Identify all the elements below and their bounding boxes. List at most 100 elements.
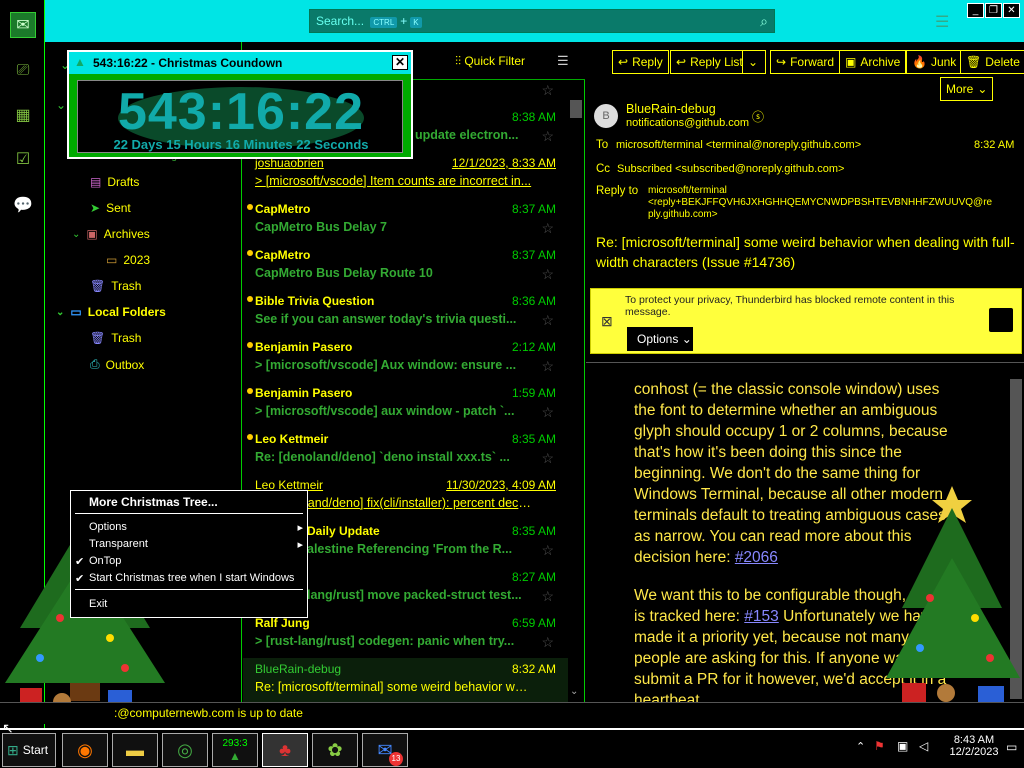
- tray-network-icon[interactable]: ▣: [897, 739, 908, 753]
- menu-item-ontop[interactable]: ✔ OnTop: [75, 555, 121, 568]
- banner-close-button[interactable]: [989, 308, 1013, 332]
- tray-flag-icon[interactable]: ⚑: [874, 739, 885, 753]
- contact-icon[interactable]: ⓢ: [752, 108, 764, 125]
- reply-list-button[interactable]: ↩ Reply List: [670, 50, 749, 74]
- cc-value[interactable]: Subscribed <subscribed@noreply.github.co…: [617, 163, 844, 175]
- countdown-close-button[interactable]: ✕: [392, 55, 408, 70]
- message-row[interactable]: CapMetro 8:37 AM CapMetro Bus Delay Route …: [243, 244, 568, 290]
- scroll-down-icon[interactable]: ⌄: [570, 686, 578, 697]
- start-button[interactable]: ⊞ Start: [2, 733, 56, 767]
- folder-drafts[interactable]: ▤ Drafts: [90, 175, 139, 189]
- folder-label: Local Folders: [87, 305, 166, 319]
- menu-item-options[interactable]: Options ▸: [89, 521, 303, 534]
- star-icon[interactable]: ☆: [541, 266, 554, 283]
- quick-filter-button[interactable]: ⫶⫶ Quick Filter: [455, 54, 525, 69]
- christmas-tree-taskbar-icon[interactable]: 293:3 ▲: [212, 733, 258, 767]
- minimize-button[interactable]: _: [967, 3, 984, 18]
- reply-to-line1[interactable]: microsoft/terminal: [648, 185, 727, 196]
- file-explorer-taskbar-icon[interactable]: ▬: [112, 733, 158, 767]
- menu-item-exit[interactable]: Exit: [89, 598, 107, 610]
- issue-link-153[interactable]: #153: [744, 608, 778, 625]
- menu-item-label: Start Christmas tree when I start Window…: [89, 572, 295, 584]
- folder-outbox[interactable]: ⎙ Outbox: [90, 357, 144, 372]
- firefox-taskbar-icon[interactable]: ◉: [62, 733, 108, 767]
- close-button[interactable]: ✕: [1003, 3, 1020, 18]
- search-icon[interactable]: ⌕: [760, 13, 768, 30]
- message-row[interactable]: Bible Trivia Question 8:36 AM See if you c…: [243, 290, 568, 336]
- to-value[interactable]: microsoft/terminal <terminal@noreply.git…: [616, 139, 861, 151]
- message-subject: > [microsoft/vscode] Item counts are inc…: [255, 174, 533, 188]
- folder-sent[interactable]: ➤ Sent: [90, 201, 131, 215]
- more-button[interactable]: More ⌄: [940, 77, 994, 101]
- folder-local-trash[interactable]: 🗑 Trash: [90, 331, 141, 345]
- chat-icon[interactable]: 💬: [10, 192, 36, 218]
- sender-name[interactable]: BlueRain-debug: [626, 102, 716, 116]
- folder-2023[interactable]: ▭ 2023: [106, 253, 150, 267]
- scrollbar-thumb[interactable]: [570, 100, 582, 118]
- star-icon[interactable]: ☆: [541, 450, 554, 467]
- more-label: More: [946, 82, 974, 96]
- issue-link-2066[interactable]: #2066: [735, 549, 778, 566]
- message-row[interactable]: Benjamin Pasero 2:12 AM > [microsoft/vscod…: [243, 336, 568, 382]
- folder-local-folders[interactable]: ⌄ ▭ Local Folders: [56, 305, 166, 319]
- drafts-icon: ▤: [90, 175, 102, 189]
- banner-options-button[interactable]: Options ⌄: [627, 327, 693, 351]
- menu-item-more-christmas-tree[interactable]: More Christmas Tree...: [89, 495, 218, 509]
- countdown-window: ▲ 543:16:22 - Christmas Coundown ✕ 543:1…: [67, 50, 413, 159]
- star-icon[interactable]: ☆: [541, 82, 554, 99]
- checkmark-icon: ✔: [75, 556, 85, 568]
- countdown-titlebar[interactable]: ▲ 543:16:22 - Christmas Coundown: [69, 52, 411, 74]
- reply-button[interactable]: ↩ Reply: [612, 50, 669, 74]
- mail-icon[interactable]: ✉: [10, 12, 36, 38]
- message-row[interactable]: CapMetro 8:37 AM CapMetro Bus Delay 7 ☆: [243, 198, 568, 244]
- message-row[interactable]: Benjamin Pasero 1:59 AM > [microsoft/vscod…: [243, 382, 568, 428]
- display-options-icon[interactable]: ☰: [557, 53, 569, 69]
- app-menu-icon[interactable]: ☰: [935, 12, 949, 32]
- star-icon[interactable]: ☆: [541, 634, 554, 651]
- star-icon[interactable]: ☆: [541, 542, 554, 559]
- tray-volume-icon[interactable]: ◁: [919, 739, 928, 753]
- archive-icon: ▣: [86, 227, 98, 241]
- blocked-content-icon: ⊠: [601, 313, 613, 329]
- junk-button[interactable]: 🔥 Junk: [906, 50, 963, 74]
- star-icon[interactable]: ☆: [541, 404, 554, 421]
- star-icon[interactable]: ☆: [541, 312, 554, 329]
- star-icon[interactable]: ☆: [541, 588, 554, 605]
- folder-archives[interactable]: ⌄ ▣ Archives: [72, 227, 150, 241]
- calendar-icon[interactable]: ▦: [10, 102, 36, 128]
- message-row-selected[interactable]: BlueRain-debug 8:32 AM Re: [microsoft/term…: [243, 658, 568, 704]
- address-book-icon[interactable]: ⎚: [10, 58, 36, 84]
- clock[interactable]: 8:43 AM 12/2/2023: [946, 734, 1002, 758]
- message-row[interactable]: Leo Kettmeir 8:35 AM Re: [denoland/deno] `…: [243, 428, 568, 474]
- message-list-scrollbar[interactable]: ⌄: [568, 94, 584, 702]
- reply-to-line2[interactable]: <reply+BEKJFFQVH6JXHGHHQEMYCNWDPBSHTEVBN…: [648, 197, 992, 208]
- star-icon[interactable]: ☆: [541, 220, 554, 237]
- menu-item-transparent[interactable]: Transparent ▸: [89, 538, 303, 551]
- delete-button[interactable]: 🗑 Delete: [960, 50, 1024, 74]
- menu-item-start-with-windows[interactable]: ✔ Start Christmas tree when I start Windo…: [75, 572, 295, 585]
- message-subject: See if you can answer today's trivia que…: [255, 312, 517, 326]
- forward-button[interactable]: ↪ Forward: [770, 50, 841, 74]
- message-from: Benjamin Pasero: [255, 340, 353, 354]
- archive-button[interactable]: ▣ Archive: [839, 50, 907, 74]
- message-subject: > [microsoft/vscode] Aux window: ensure …: [255, 358, 533, 372]
- restore-button[interactable]: ❐: [985, 3, 1002, 18]
- tasks-icon[interactable]: ☑: [10, 146, 36, 172]
- reply-dropdown-button[interactable]: ⌄: [742, 50, 766, 74]
- star-icon[interactable]: ☆: [541, 358, 554, 375]
- tray-expand-icon[interactable]: ⌃: [856, 740, 865, 753]
- star-icon[interactable]: ☆: [541, 128, 554, 145]
- clock-date: 12/2/2023: [949, 746, 999, 758]
- sender-email[interactable]: notifications@github.com: [626, 117, 749, 129]
- santa-taskbar-icon[interactable]: ♣: [262, 733, 308, 767]
- search-input[interactable]: Search... CTRL + K ⌕: [309, 9, 775, 33]
- action-center-icon[interactable]: ▭: [1006, 740, 1017, 754]
- expand-icon[interactable]: ⌄: [56, 98, 66, 112]
- folder-trash[interactable]: 🗑 Trash: [90, 279, 141, 293]
- message-row[interactable]: Ralf Jung 6:59 AM > [rust-lang/rust] codeg…: [243, 612, 568, 658]
- reply-to-line3[interactable]: ply.github.com>: [648, 209, 718, 220]
- app-taskbar-icon[interactable]: ✿: [312, 733, 358, 767]
- thunderbird-taskbar-icon[interactable]: ✉ 13: [362, 733, 408, 767]
- chrome-taskbar-icon[interactable]: ◎: [162, 733, 208, 767]
- remote-content-banner: ⊠ To protect your privacy, Thunderbird h…: [590, 288, 1022, 354]
